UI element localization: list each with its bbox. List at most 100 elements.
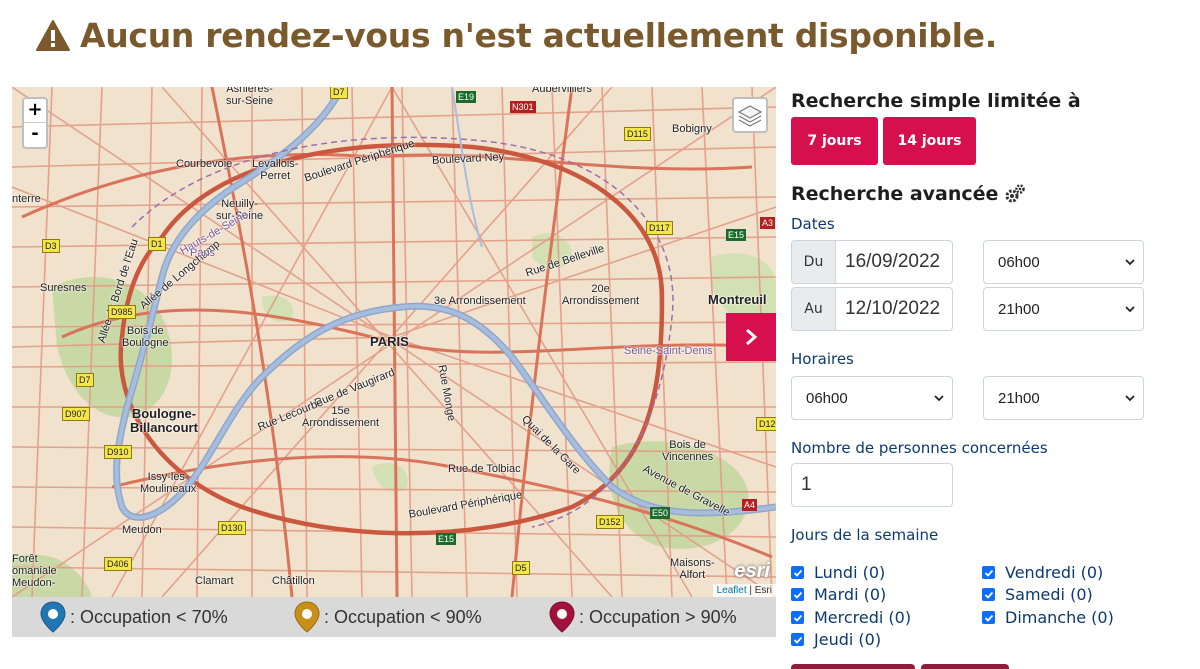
persons-label: Nombre de personnes concernées: [791, 439, 1048, 457]
red-marker-icon: [549, 601, 575, 633]
date-to-time-value: 21h00: [998, 300, 1040, 318]
place-issy: Issy-les- Moulineaux: [140, 471, 197, 495]
warning-triangle-icon: [36, 19, 70, 51]
road-shield: N301: [510, 101, 536, 113]
date-from-time-value: 06h00: [998, 253, 1040, 271]
checkbox-mercredi-label: Mercredi (0): [814, 608, 912, 627]
layers-button[interactable]: [732, 97, 768, 133]
legend-item-low: : Occupation < 70%: [40, 601, 228, 633]
place-levallois: Levallois- Perret: [252, 158, 299, 182]
date-to-group: Au 12/10/2022: [791, 287, 953, 331]
next-panel-button[interactable]: [726, 313, 776, 361]
checkbox-checked-icon[interactable]: [982, 611, 995, 624]
btn-7-days[interactable]: 7 jours: [791, 117, 878, 165]
hours-start-select[interactable]: 06h00: [791, 376, 953, 420]
reset-button-partial[interactable]: [921, 664, 1009, 669]
checkbox-vendredi[interactable]: Vendredi (0): [982, 563, 1103, 582]
date-to-input[interactable]: 12/10/2022: [836, 288, 952, 330]
chevron-down-icon: [934, 395, 944, 402]
hours-end-select[interactable]: 21h00: [983, 376, 1144, 420]
simple-search-title: Recherche simple limitée à: [791, 90, 1081, 112]
place-bois-boulogne: Bois de Boulogne: [122, 325, 169, 349]
checkbox-dimanche-label: Dimanche (0): [1005, 608, 1114, 627]
date-from-input[interactable]: 16/09/2022: [836, 241, 952, 283]
road-shield: E15: [436, 533, 457, 545]
zoom-in-button[interactable]: +: [24, 99, 46, 123]
road-shield: D1: [148, 237, 166, 251]
place-maisons: Maisons- Alfort: [670, 557, 715, 581]
horaires-label: Horaires: [791, 350, 854, 368]
legend-label-low: : Occupation < 70%: [70, 606, 228, 627]
checkbox-mardi[interactable]: Mardi (0): [791, 585, 886, 604]
road-shield: D3: [42, 239, 60, 253]
advanced-search-header: Recherche avancée: [791, 183, 1026, 205]
place-meudon: Meudon: [122, 524, 162, 536]
checkbox-checked-icon[interactable]: [982, 588, 995, 601]
place-boulogne: Boulogne- Billancourt: [130, 406, 198, 435]
checkbox-checked-icon[interactable]: [791, 566, 804, 579]
checkbox-checked-icon[interactable]: [791, 633, 804, 646]
place-aubervilliers: Aubervilliers: [532, 87, 592, 95]
dates-label: Dates: [791, 215, 835, 233]
checkbox-checked-icon[interactable]: [982, 566, 995, 579]
persons-input[interactable]: 1: [791, 463, 953, 507]
attribution-separator: |: [746, 585, 755, 596]
legend-label-mid: : Occupation < 90%: [324, 606, 482, 627]
road-shield: D130: [218, 521, 246, 535]
checkbox-checked-icon[interactable]: [791, 588, 804, 601]
street-tolbiac: Rue de Tolbiac: [448, 463, 521, 475]
place-bois-vincennes: Bois de Vincennes: [662, 439, 714, 463]
checkbox-checked-icon[interactable]: [791, 611, 804, 624]
checkbox-jeudi[interactable]: Jeudi (0): [791, 630, 881, 649]
road-shield: E19: [456, 91, 477, 103]
date-from-time-select[interactable]: 06h00: [983, 240, 1144, 284]
chevron-down-icon: [1125, 259, 1135, 266]
place-arr20: 20e Arrondissement: [562, 283, 640, 307]
btn-14-days[interactable]: 14 jours: [883, 117, 976, 165]
checkbox-mercredi[interactable]: Mercredi (0): [791, 608, 911, 627]
road-shield: A4: [742, 499, 758, 511]
zoom-out-button[interactable]: -: [24, 123, 46, 147]
blue-marker-icon: [40, 601, 66, 633]
date-to-addon: Au: [792, 288, 836, 330]
chevron-down-icon: [1125, 395, 1135, 402]
dept-paris: Paris: [190, 247, 216, 259]
checkbox-lundi[interactable]: Lundi (0): [791, 563, 885, 582]
road-shield: D5: [512, 561, 530, 575]
road-shield: D117: [646, 221, 673, 235]
checkbox-lundi-label: Lundi (0): [814, 563, 886, 582]
road-shield: D985: [108, 305, 136, 319]
map-legend: : Occupation < 70% : Occupation < 90% : …: [12, 597, 776, 637]
place-chatillon: Châtillon: [272, 575, 315, 587]
hours-start-value: 06h00: [806, 389, 848, 407]
leaflet-link[interactable]: Leaflet: [717, 585, 747, 596]
road-shield: D910: [104, 445, 132, 459]
checkbox-dimanche[interactable]: Dimanche (0): [982, 608, 1114, 627]
place-foret: Forêt omaniale Meudon-: [12, 553, 57, 589]
alert-title: Aucun rendez-vous n'est actuellement dis…: [80, 16, 997, 55]
road-shield: A3: [760, 217, 776, 229]
dept-seine-saint-denis: Seine-Saint-Denis: [624, 345, 713, 357]
submit-button-partial[interactable]: [791, 664, 915, 669]
map[interactable]: Asnières- sur-Seine Aubervilliers Bobign…: [12, 87, 776, 597]
date-to-time-select[interactable]: 21h00: [983, 287, 1144, 331]
advanced-search-title: Recherche avancée: [791, 183, 999, 205]
orange-marker-icon: [294, 601, 320, 633]
road-shield: D7: [330, 87, 348, 99]
legend-item-high: : Occupation > 90%: [549, 601, 737, 633]
legend-item-mid: : Occupation < 90%: [294, 601, 482, 633]
checkbox-vendredi-label: Vendredi (0): [1005, 563, 1104, 582]
place-suresnes: Suresnes: [40, 282, 87, 294]
checkbox-samedi[interactable]: Samedi (0): [982, 585, 1093, 604]
place-montreuil: Montreuil: [708, 292, 767, 307]
esri-attribution: Esri: [754, 585, 772, 596]
checkbox-jeudi-label: Jeudi (0): [814, 630, 882, 649]
road-shield: D120: [756, 417, 776, 431]
date-from-group: Du 16/09/2022: [791, 240, 953, 284]
map-attribution: Leaflet | Esri: [712, 584, 776, 597]
road-shield: E15: [726, 229, 747, 241]
road-shield: D7: [76, 373, 94, 387]
legend-label-high: : Occupation > 90%: [579, 606, 737, 627]
hours-end-value: 21h00: [998, 389, 1040, 407]
checkbox-mardi-label: Mardi (0): [814, 585, 887, 604]
